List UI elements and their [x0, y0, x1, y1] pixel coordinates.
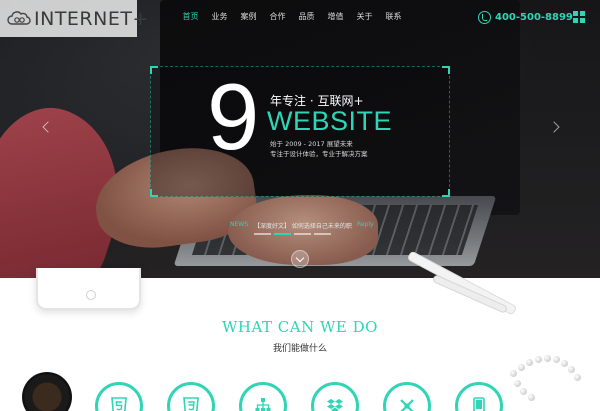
slider-dot[interactable]	[254, 233, 271, 235]
phone-icon	[478, 10, 491, 24]
nav-item-home[interactable]: 首页	[176, 0, 205, 34]
main-nav: 首页 业务 案例 合作 品质 增值 关于 联系	[176, 0, 408, 34]
services-row	[95, 382, 515, 411]
news-headline-link[interactable]: 【深度好文】 如何选择自己未来的职	[254, 221, 352, 230]
nav-item-quality[interactable]: 品质	[292, 0, 321, 34]
service-css3-button[interactable]	[167, 382, 215, 411]
slider-dot[interactable]	[294, 233, 311, 235]
html5-icon	[111, 397, 127, 411]
service-html5-button[interactable]	[95, 382, 143, 411]
mobile-icon	[473, 397, 485, 411]
frame-corner	[442, 189, 450, 197]
tools-icon	[400, 399, 414, 411]
phone-device-image	[36, 268, 141, 310]
cloud-icon	[7, 11, 31, 25]
logo-text: INTERNET+	[34, 8, 149, 30]
hotline[interactable]: 400-500-8899	[478, 10, 573, 24]
service-mobile-button[interactable]	[455, 382, 503, 411]
nav-item-about[interactable]: 关于	[350, 0, 379, 34]
frame-corner	[442, 66, 450, 74]
dropbox-icon	[327, 399, 343, 411]
service-sitemap-button[interactable]	[239, 382, 287, 411]
news-label: NEWS	[230, 221, 249, 228]
pen-image	[431, 274, 509, 314]
frame-corner	[150, 66, 158, 74]
menu-grid-icon[interactable]	[573, 11, 585, 23]
frame-corner	[150, 189, 158, 197]
hero-years-digit: 9	[207, 64, 260, 169]
hero-tagline-1: 始于 2009 - 2017 展望未来	[270, 140, 353, 148]
news-reply-link[interactable]: Reply	[357, 221, 374, 228]
hero-tagline-2: 专注于设计体验，专业于解决方案	[270, 150, 368, 158]
nav-item-contact[interactable]: 联系	[379, 0, 408, 34]
slider-dot[interactable]	[314, 233, 331, 235]
slider-dots	[254, 233, 334, 235]
nav-item-cooperation[interactable]: 合作	[263, 0, 292, 34]
sitemap-icon	[255, 398, 271, 411]
section-subtitle: 我们能做什么	[272, 344, 327, 354]
hero-title: WEBSITE	[267, 106, 393, 136]
slider-dot[interactable]	[274, 233, 291, 235]
coffee-cup-image	[22, 372, 72, 411]
nav-item-value-added[interactable]: 增值	[321, 0, 350, 34]
hotline-number: 400-500-8899	[495, 11, 573, 23]
service-dropbox-button[interactable]	[311, 382, 359, 411]
nav-item-business[interactable]: 业务	[205, 0, 234, 34]
service-tools-button[interactable]	[383, 382, 431, 411]
section-title: WHAT CAN WE DO	[222, 318, 378, 336]
logo[interactable]: INTERNET+	[0, 0, 148, 37]
nav-item-cases[interactable]: 案例	[234, 0, 263, 34]
css3-icon	[183, 397, 199, 411]
scroll-down-icon[interactable]	[291, 250, 309, 268]
